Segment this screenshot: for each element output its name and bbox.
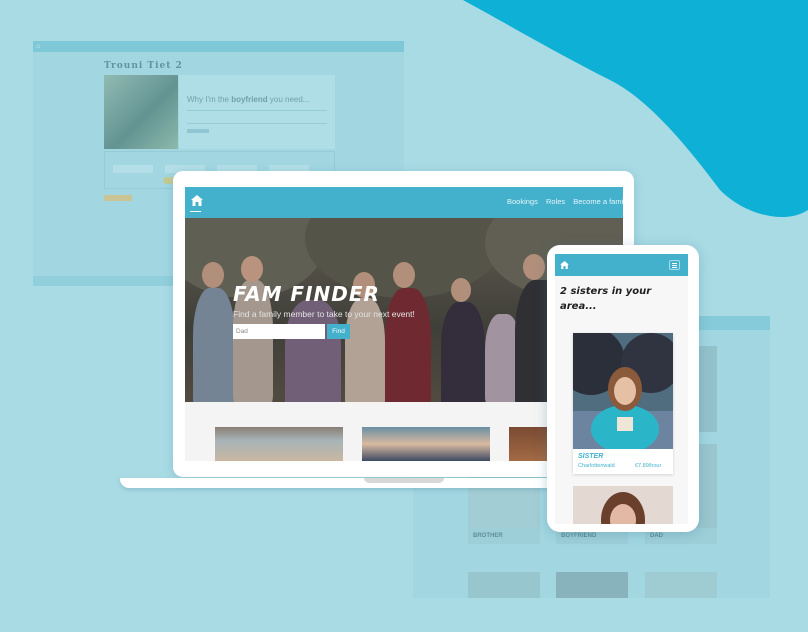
profile-card-price [187,129,209,133]
home-icon[interactable] [191,195,203,206]
listing-tile [468,572,540,598]
laptop-base-notch [364,478,444,483]
profile-card-image[interactable] [573,486,673,524]
nav-link-roles[interactable]: Roles [546,197,565,206]
hero-title: FAM FINDER [233,282,380,306]
phone-navbar [555,254,688,276]
yellow-button [104,195,132,201]
hero-subtitle: Find a family member to take to your nex… [233,309,415,319]
nav-links: Bookings Roles Become a family m [507,197,623,206]
nav-link-become-family-member[interactable]: Become a family m [573,197,623,206]
find-button[interactable]: Find [327,324,350,339]
home-active-underline [190,211,201,212]
listing-card-image[interactable] [362,427,490,461]
phone-screen: 2 sisters in your area... SISTER Charlot… [555,254,688,524]
profile-photo-illustration [573,486,673,524]
profile-photo-illustration [573,333,673,449]
profile-photo [104,75,178,149]
profile-card-location: Charlottenwald [578,463,615,469]
listing-tile-name: DAD [650,533,663,539]
hamburger-menu-icon[interactable] [669,260,680,270]
profile-card-image [573,333,673,449]
listing-tile [556,572,628,598]
phone-device: 2 sisters in your area... SISTER Charlot… [547,245,699,532]
booking-field [113,165,153,173]
home-icon: ⌂ [36,43,41,50]
results-heading: 2 sisters in your area... [560,286,652,312]
search-input[interactable]: Dad [233,324,325,339]
listing-tile [645,572,717,598]
profile-card[interactable]: SISTER Charlottenwald €7.89/hour [573,333,673,474]
nav-link-bookings[interactable]: Bookings [507,197,538,206]
profile-card-heading: Why I'm the boyfriend you need... [187,95,310,104]
navbar: Bookings Roles Become a family m [185,187,623,218]
profile-card-description [187,110,327,124]
profile-card: Why I'm the boyfriend you need... [179,75,335,149]
profile-title: Trouni Tiet 2 [104,61,183,71]
listing-tile-name: BROTHER [473,533,503,539]
profile-card-price: €7.89/hour [635,463,662,469]
home-icon[interactable] [560,261,569,269]
listing-card-image[interactable] [215,427,343,461]
background-window-navbar: ⌂ [33,41,404,52]
profile-card-name: SISTER [578,453,604,460]
listing-tile-name: BOYFRIEND [561,533,597,539]
